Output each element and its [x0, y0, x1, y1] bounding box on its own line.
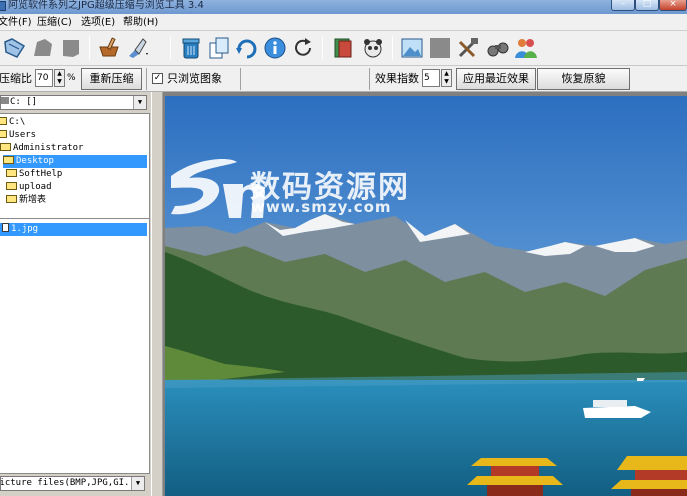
effect-spinner[interactable]: ▲ ▼	[441, 69, 452, 87]
filter-value: Picture files(BMP,JPG,GI...	[0, 478, 141, 488]
minimize-button[interactable]: –	[611, 0, 635, 11]
maximize-button[interactable]: □	[635, 0, 659, 11]
folder-icon	[6, 169, 17, 177]
tree-item[interactable]: SoftHelp	[6, 168, 62, 181]
close-button[interactable]: ×	[659, 0, 687, 11]
file-item-selected[interactable]: 1.jpg	[0, 223, 147, 236]
chevron-down-icon[interactable]: ▼	[133, 96, 146, 109]
file-filter-select[interactable]: Picture files(BMP,JPG,GI... ▼	[0, 476, 145, 491]
menu-file[interactable]: 文件(F)	[0, 16, 32, 29]
binoculars-icon[interactable]	[485, 35, 511, 61]
folder-open-icon	[0, 117, 7, 125]
pane-splitter[interactable]	[151, 92, 163, 496]
tree-item[interactable]: Users	[0, 129, 36, 142]
tree-item[interactable]: Administrator	[0, 142, 83, 155]
menu-compress[interactable]: 压缩(C)	[37, 16, 72, 29]
pavilion	[471, 458, 557, 466]
ratio-unit: %	[67, 73, 76, 83]
drive-select[interactable]: C: [] ▼	[0, 95, 147, 110]
disabled-tool-icon	[58, 35, 84, 61]
tree-item[interactable]: C:\	[0, 116, 25, 129]
watermark-url: www.smzy.com	[251, 198, 392, 216]
folder-open-icon	[0, 130, 7, 138]
effect-input[interactable]: 5	[422, 69, 440, 87]
chevron-down-icon[interactable]: ▼	[131, 477, 144, 490]
options-bar: 压缩比 70 ▲ ▼ % 重新压缩 ✓ 只浏览图象 效果指数 5 ▲ ▼ 应用最近效…	[0, 66, 687, 92]
browse-only-label: 只浏览图象	[167, 72, 222, 85]
folder-tree[interactable]: C:\ Users Administrator Desktop SoftHelp…	[0, 113, 150, 223]
toolbar	[0, 31, 687, 66]
folder-open-icon	[3, 156, 14, 164]
disabled-picture-icon	[427, 35, 453, 61]
drive-icon	[1, 97, 9, 104]
restore-button[interactable]: 恢复原貌	[537, 68, 630, 90]
menu-help[interactable]: 帮助(H)	[123, 16, 158, 29]
folder-open-icon	[0, 143, 11, 151]
picture-icon[interactable]	[399, 35, 425, 61]
tree-item[interactable]: upload	[6, 181, 52, 194]
refresh-icon[interactable]	[290, 35, 316, 61]
window-title: 阿览软件系列之JPG超级压缩与浏览工具 3.4	[8, 0, 204, 11]
brush-dropdown-icon[interactable]	[124, 35, 150, 61]
effect-label: 效果指数	[375, 72, 419, 85]
folder-icon	[6, 182, 17, 190]
users-icon[interactable]	[513, 35, 539, 61]
book-icon[interactable]	[330, 35, 356, 61]
file-icon	[2, 223, 9, 232]
ratio-label: 压缩比	[0, 72, 32, 85]
ratio-spinner[interactable]: ▲ ▼	[54, 69, 65, 87]
menu-bar: 文件(F) 压缩(C) 选项(E) 帮助(H)	[0, 14, 687, 31]
image-viewer[interactable]: 数码资源网 www.smzy.com	[163, 92, 687, 496]
folder-icon	[6, 195, 17, 203]
disabled-tool-icon	[30, 35, 56, 61]
panda-icon[interactable]	[360, 35, 386, 61]
app-icon	[0, 1, 6, 11]
tools-icon[interactable]	[455, 35, 481, 61]
title-bar[interactable]: 阿览软件系列之JPG超级压缩与浏览工具 3.4 – □ ×	[0, 0, 687, 14]
recompress-button[interactable]: 重新压缩	[81, 68, 142, 90]
open-folder-icon[interactable]	[2, 35, 28, 61]
apply-recent-button[interactable]: 应用最近效果	[456, 68, 536, 90]
landscape-photo	[165, 96, 687, 496]
ratio-input[interactable]: 70	[35, 69, 53, 87]
copy-icon[interactable]	[206, 35, 232, 61]
browse-only-checkbox[interactable]: ✓	[152, 73, 163, 84]
file-list[interactable]: 1.jpg	[0, 218, 150, 474]
tree-item[interactable]: 新增表	[6, 194, 46, 207]
drive-value: C: []	[10, 97, 38, 107]
tree-item-selected[interactable]: Desktop	[3, 155, 147, 168]
undo-arrow-icon[interactable]	[234, 35, 260, 61]
mortar-compress-icon[interactable]	[96, 35, 122, 61]
menu-options[interactable]: 选项(E)	[81, 16, 115, 29]
left-pane: C: [] ▼ C:\ Users Administrator Desktop …	[0, 92, 151, 496]
recycle-bin-icon[interactable]	[178, 35, 204, 61]
lake	[165, 380, 687, 496]
info-icon[interactable]	[262, 35, 288, 61]
